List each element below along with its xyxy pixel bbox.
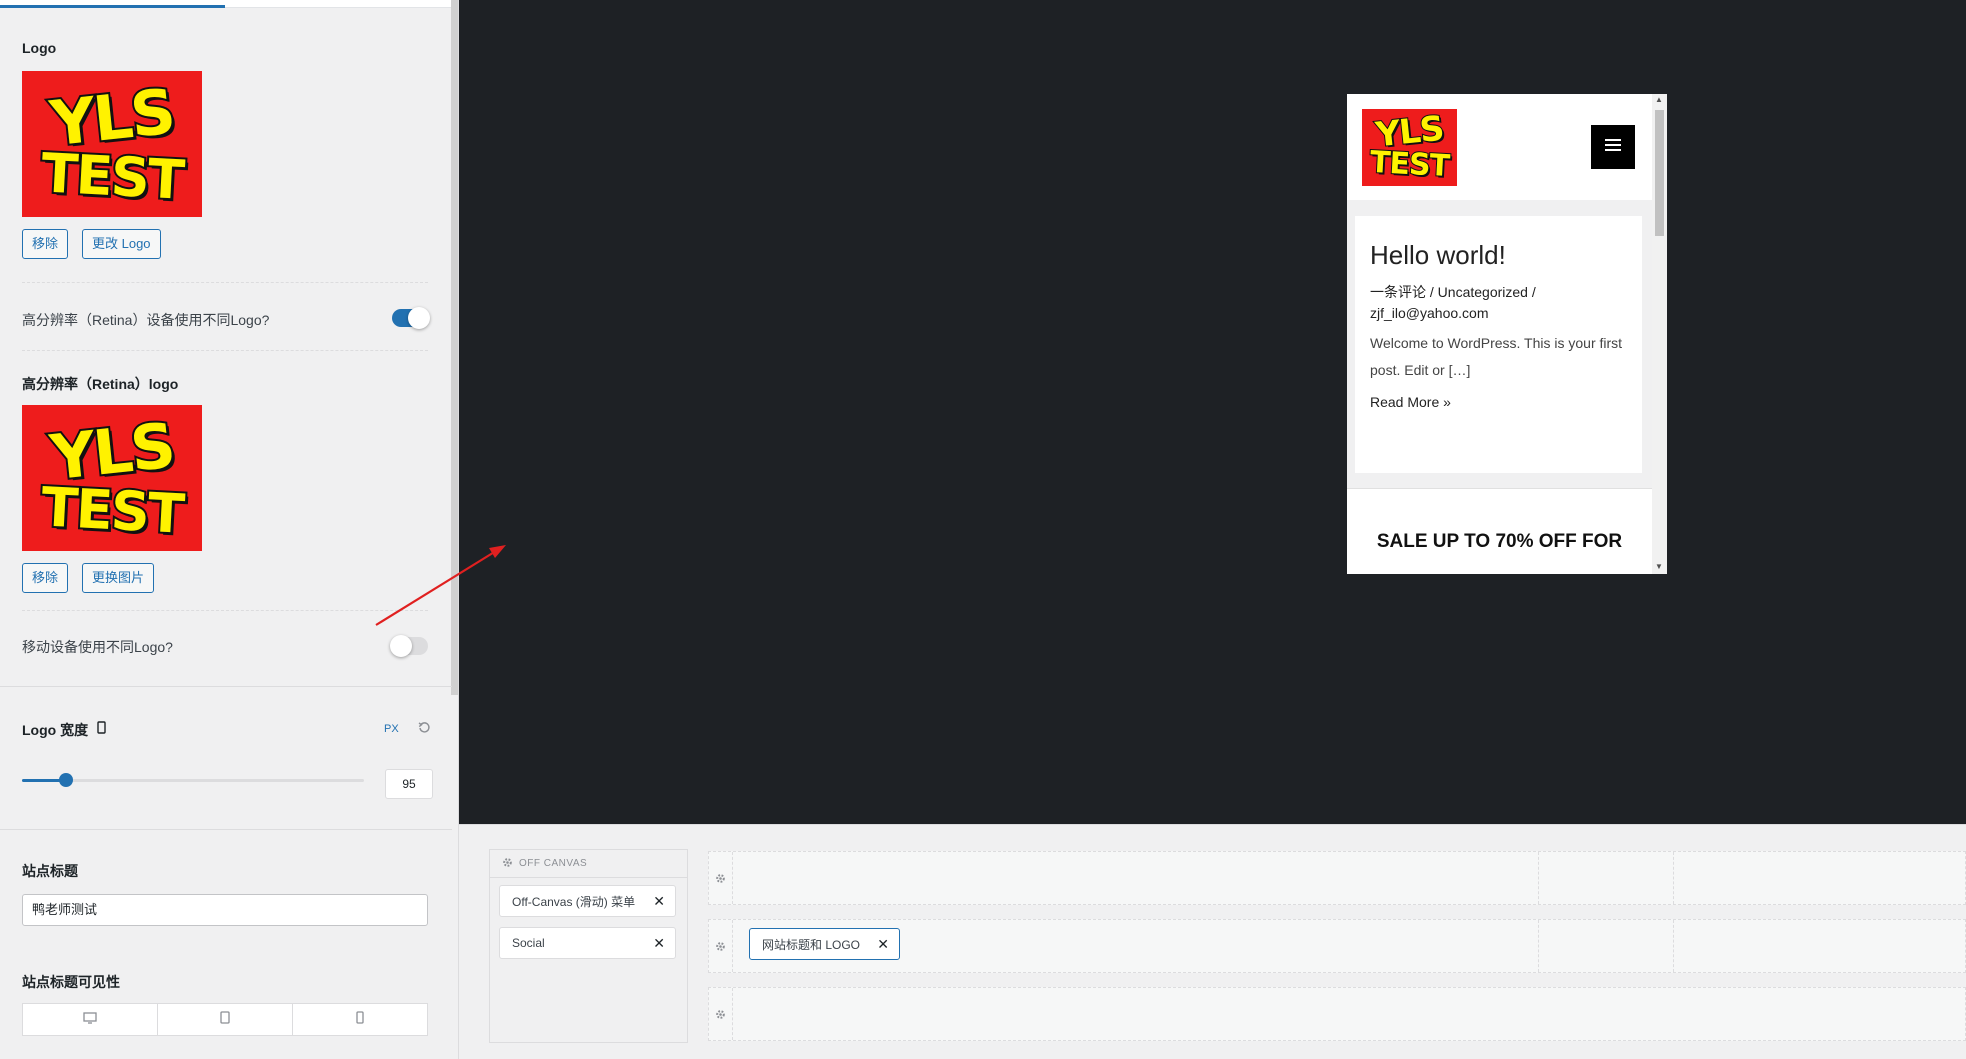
toggle-knob (390, 635, 412, 657)
site-logo[interactable]: YLS TEST (1362, 109, 1457, 186)
mobile-visibility-button[interactable] (293, 1004, 427, 1035)
sale-banner: SALE UP TO 70% OFF FOR (1347, 488, 1652, 574)
gear-icon[interactable] (709, 920, 733, 972)
read-more-link[interactable]: Read More » (1370, 394, 1451, 410)
tablet-visibility-button[interactable] (158, 1004, 293, 1035)
mobile-icon (356, 1010, 364, 1029)
builder-row-bottom (708, 987, 1966, 1041)
site-title-visibility-heading: 站点标题可见性 (22, 974, 120, 990)
mobile-logo-toggle[interactable] (390, 635, 428, 657)
logo-width-title: Logo 宽度 (22, 722, 89, 738)
logo-change-button[interactable]: 更改 Logo (82, 229, 161, 259)
social-chip[interactable]: Social ✕ (499, 927, 676, 959)
sidebar-scrollbar[interactable] (451, 0, 458, 695)
menu-toggle-button[interactable] (1591, 125, 1635, 169)
scroll-down-arrow-icon[interactable]: ▼ (1655, 562, 1663, 571)
chip-label: 网站标题和 LOGO (762, 937, 861, 952)
gear-icon[interactable] (709, 988, 733, 1040)
header-builder: OFF CANVAS Off-Canvas (滑动) 菜单 ✕ Social ✕… (459, 824, 1966, 1059)
post-excerpt: Welcome to WordPress. This is your first… (1370, 335, 1623, 378)
close-icon[interactable]: ✕ (877, 936, 889, 953)
slider-handle[interactable] (59, 773, 74, 787)
gear-icon[interactable] (502, 857, 513, 871)
column-divider (1538, 852, 1539, 904)
gear-icon[interactable] (709, 852, 733, 904)
mobile-device-icon[interactable] (97, 721, 106, 739)
retina-replace-button[interactable]: 更换图片 (82, 563, 155, 593)
desktop-icon (83, 1011, 97, 1029)
logo-preview-image: YLS TEST (22, 71, 202, 217)
off-canvas-title: OFF CANVAS (519, 858, 588, 869)
toggle-knob (408, 307, 430, 329)
divider (22, 610, 428, 611)
retina-logo-title: 高分辨率（Retina）logo (22, 376, 179, 392)
site-title-heading: 站点标题 (22, 863, 78, 879)
chip-label: Social (512, 936, 545, 950)
customizer-sidebar: Logo YLS TEST 移除 更改 Logo 高分辨率（Retina）设备使… (0, 0, 459, 1059)
retina-remove-button[interactable]: 移除 (22, 563, 69, 593)
retina-logo-preview-image: YLS TEST (22, 405, 202, 551)
column-divider (1673, 852, 1674, 904)
scroll-up-arrow-icon[interactable]: ▲ (1655, 95, 1663, 104)
divider (22, 350, 428, 351)
sale-heading: SALE UP TO 70% OFF FOR (1376, 531, 1623, 552)
post-meta[interactable]: 一条评论 / Uncategorized / zjf_ilo@yahoo.com (1370, 282, 1632, 324)
builder-row-top (708, 851, 1966, 905)
active-tab-indicator[interactable] (0, 5, 225, 8)
scroll-thumb[interactable] (1655, 110, 1664, 236)
off-canvas-header: OFF CANVAS (490, 850, 687, 878)
retina-toggle-label: 高分辨率（Retina）设备使用不同Logo? (22, 312, 270, 328)
retina-logo-toggle[interactable] (392, 307, 430, 329)
site-title-logo-chip[interactable]: 网站标题和 LOGO ✕ (749, 928, 900, 960)
desktop-visibility-button[interactable] (23, 1004, 158, 1035)
mobile-preview-frame[interactable]: YLS TEST Hello world! 一条评论 / Uncategoriz… (1347, 94, 1667, 574)
close-icon[interactable]: ✕ (653, 893, 665, 910)
unit-selector[interactable]: PX (384, 723, 399, 735)
mobile-site-header: YLS TEST (1347, 94, 1652, 200)
column-divider (1538, 920, 1539, 972)
hamburger-icon (1605, 138, 1621, 156)
logo-text-line-2: TEST (1368, 144, 1451, 185)
logo-text-line-2: TEST (38, 473, 187, 547)
logo-remove-button[interactable]: 移除 (22, 229, 69, 259)
visibility-device-buttons (22, 1003, 428, 1036)
mobile-toggle-label: 移动设备使用不同Logo? (22, 639, 173, 655)
site-title-input[interactable]: 鸭老师测试 (22, 894, 428, 926)
column-divider (1673, 920, 1674, 972)
section-divider (0, 686, 452, 687)
post-title[interactable]: Hello world! (1370, 240, 1506, 271)
site-preview-area (459, 0, 1966, 824)
section-divider (0, 829, 452, 830)
logo-width-input[interactable]: 95 (385, 769, 433, 799)
reset-icon[interactable] (418, 721, 431, 739)
panel-tabs (0, 0, 452, 8)
close-icon[interactable]: ✕ (653, 935, 665, 952)
chip-label: Off-Canvas (滑动) 菜单 (512, 894, 636, 909)
divider (22, 282, 428, 283)
logo-width-slider[interactable] (22, 773, 364, 787)
preview-scrollbar[interactable]: ▲ ▼ (1652, 94, 1667, 574)
off-canvas-menu-chip[interactable]: Off-Canvas (滑动) 菜单 ✕ (499, 885, 676, 917)
logo-section-title: Logo (22, 40, 57, 56)
logo-text-line-2: TEST (38, 139, 187, 213)
tablet-icon (220, 1010, 230, 1029)
post-card: Hello world! 一条评论 / Uncategorized / zjf_… (1355, 216, 1642, 473)
